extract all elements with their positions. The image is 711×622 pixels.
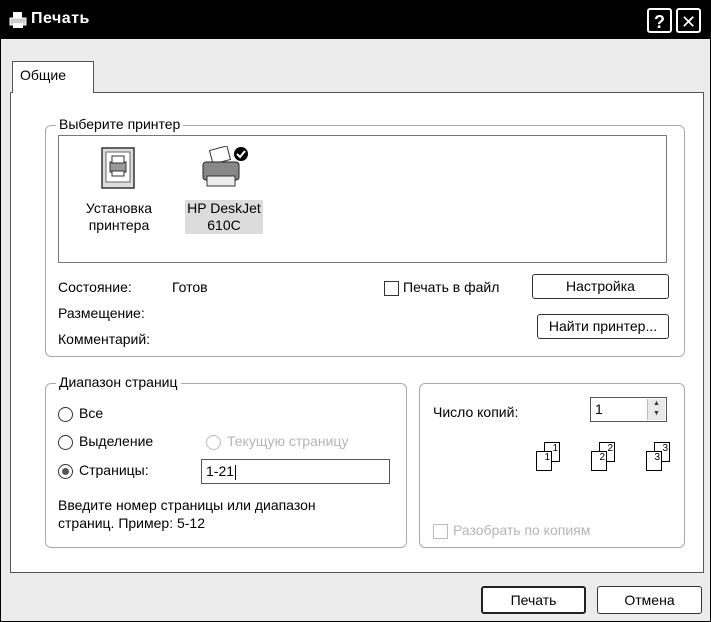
radio-current-page[interactable] xyxy=(206,435,221,450)
pages-hint-line1: Введите номер страницы или диапазон xyxy=(58,497,316,513)
pages-input[interactable]: 1-21 xyxy=(201,459,390,484)
collate-checkbox[interactable] xyxy=(433,524,448,539)
printer-item-hp-deskjet[interactable]: HP DeskJet 610C xyxy=(174,145,274,234)
radio-all[interactable] xyxy=(58,407,73,422)
status-label: Состояние: xyxy=(58,279,132,295)
copies-label: Число копий: xyxy=(433,404,519,420)
printer-list[interactable]: Установка принтера HP DeskJet 610C xyxy=(58,135,667,263)
printer-label-line2: 610C xyxy=(207,217,241,233)
copies-value: 1 xyxy=(595,401,603,417)
printer-label-line2: принтера xyxy=(88,217,150,233)
help-button[interactable]: ? xyxy=(647,8,672,33)
pages-hint-line2: страниц. Пример: 5-12 xyxy=(58,515,205,531)
radio-pages[interactable] xyxy=(58,464,73,479)
printer-icon xyxy=(9,12,27,28)
printer-label-line1: Установка xyxy=(85,200,153,216)
location-label: Размещение: xyxy=(58,305,145,321)
collate-page: 2 xyxy=(591,451,607,471)
select-printer-label: Выберите принтер xyxy=(56,116,184,132)
setup-button[interactable]: Настройка xyxy=(532,274,669,299)
print-to-file-checkbox[interactable] xyxy=(384,281,399,296)
tab-general[interactable]: Общие xyxy=(12,61,94,93)
tab-label: Общие xyxy=(20,67,67,83)
comment-label: Комментарий: xyxy=(58,331,151,347)
radio-selection[interactable] xyxy=(58,435,73,450)
printer-label-line1: HP DeskJet xyxy=(187,200,261,216)
collate-label[interactable]: Разобрать по копиям xyxy=(453,522,590,538)
hp-printer-icon xyxy=(202,145,248,187)
page-range-label: Диапазон страниц xyxy=(56,374,181,390)
radio-current-page-label[interactable]: Текущую страницу xyxy=(227,433,348,449)
find-printer-button[interactable]: Найти принтер... xyxy=(537,314,669,339)
window-title: Печать xyxy=(31,10,90,27)
radio-all-label[interactable]: Все xyxy=(79,405,103,421)
spinner-arrows-icon[interactable]: ▲ ▼ xyxy=(647,399,665,420)
pages-input-value: 1-21 xyxy=(206,463,235,479)
print-to-file-label[interactable]: Печать в файл xyxy=(403,279,499,295)
title-bar: Печать ? ✕ xyxy=(1,1,710,39)
collate-page: 3 xyxy=(646,451,662,471)
print-button[interactable]: Печать xyxy=(481,586,586,614)
radio-selection-label[interactable]: Выделение xyxy=(79,433,153,449)
add-printer-icon xyxy=(101,147,135,189)
cancel-button[interactable]: Отмена xyxy=(597,586,702,614)
close-button[interactable]: ✕ xyxy=(676,8,701,33)
collate-page: 1 xyxy=(536,451,552,471)
printer-item-add[interactable]: Установка принтера xyxy=(69,146,169,234)
radio-pages-label[interactable]: Страницы: xyxy=(79,462,149,478)
status-value: Готов xyxy=(172,279,208,295)
copies-spinner[interactable]: 1 ▲ ▼ xyxy=(590,397,667,422)
print-dialog: Печать ? ✕ Общие Выберите принтер Устано… xyxy=(0,0,711,622)
